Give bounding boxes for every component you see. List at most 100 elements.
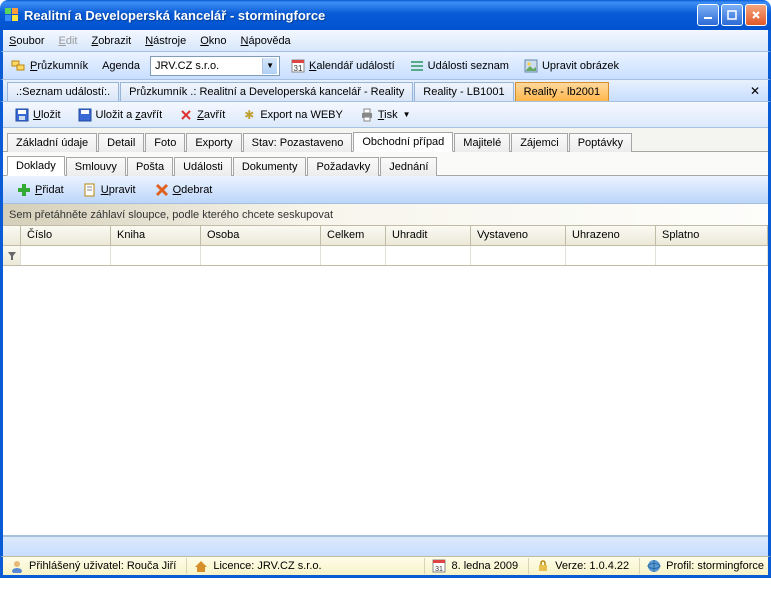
remove-button[interactable]: Odebrat	[147, 179, 220, 201]
tab-zakladni[interactable]: Základní údaje	[7, 133, 97, 152]
home-icon	[193, 558, 209, 574]
filter-uhradit[interactable]	[386, 246, 471, 265]
tab-detail[interactable]: Detail	[98, 133, 144, 152]
print-button[interactable]: Tisk ▼	[352, 104, 418, 126]
doctab-pruzkumnik[interactable]: Průzkumník .: Realitní a Developerská ka…	[120, 82, 413, 101]
filter-celkem[interactable]	[321, 246, 386, 265]
menu-bar: Soubor Edit Zobrazit Nástroje Okno Nápov…	[0, 30, 771, 52]
doctab-lb1001[interactable]: Reality - LB1001	[414, 82, 513, 101]
doctab-lb2001[interactable]: Reality - lb2001	[515, 82, 609, 101]
status-profile: Profil: stormingforce	[639, 558, 764, 574]
filter-kniha[interactable]	[111, 246, 201, 265]
agenda-label: Agenda	[98, 58, 144, 74]
printer-icon	[359, 107, 375, 123]
chevron-down-icon: ▼	[403, 110, 411, 119]
combo-value: JRV.CZ s.r.o.	[155, 60, 219, 72]
menu-edit: Edit	[58, 35, 77, 47]
tab-majitele[interactable]: Majitelé	[454, 133, 510, 152]
edit-icon	[82, 182, 98, 198]
tab-foto[interactable]: Foto	[145, 133, 185, 152]
grid-body[interactable]	[3, 266, 768, 536]
grid-header: Číslo Kniha Osoba Celkem Uhradit Vystave…	[3, 226, 768, 246]
record-toolbar: Uložit Uložit a zavřít Zavřít ✱ Export n…	[3, 102, 768, 128]
tab-close-icon[interactable]: ✕	[750, 84, 760, 98]
menu-soubor[interactable]: Soubor	[9, 35, 44, 47]
grid-toolbar: Přidat Upravit Odebrat	[3, 176, 768, 204]
menu-okno[interactable]: Okno	[200, 35, 226, 47]
filter-osoba[interactable]	[201, 246, 321, 265]
tab-poptavky[interactable]: Poptávky	[569, 133, 632, 152]
save-icon	[14, 107, 30, 123]
save-close-button[interactable]: Uložit a zavřít	[70, 104, 170, 126]
tab-pozadavky[interactable]: Požadavky	[307, 157, 379, 176]
window-title: Realitní a Developerská kancelář - storm…	[24, 8, 325, 23]
star-icon: ✱	[241, 107, 257, 123]
status-bar: Přihlášený uživatel: Rouča Jiří Licence:…	[0, 556, 771, 578]
filter-splatno[interactable]	[656, 246, 768, 265]
list-icon	[409, 58, 425, 74]
menu-napoveda[interactable]: Nápověda	[241, 35, 291, 47]
minimize-button[interactable]	[697, 4, 719, 26]
edit-button[interactable]: Upravit	[75, 179, 143, 201]
save-close-icon	[77, 107, 93, 123]
explorer-icon	[11, 58, 27, 74]
menu-nastroje[interactable]: Nástroje	[145, 35, 186, 47]
image-icon	[523, 58, 539, 74]
lock-icon	[535, 558, 551, 574]
filter-icon[interactable]	[3, 246, 21, 265]
calendar-icon: 31	[431, 558, 447, 574]
kalendar-button[interactable]: 31 Kalendář událostí	[286, 56, 399, 76]
tab-zajemci[interactable]: Zájemci	[511, 133, 568, 152]
export-weby-button[interactable]: ✱ Export na WEBY	[234, 104, 350, 126]
lower-tabs: Doklady Smlouvy Pošta Události Dokumenty…	[3, 152, 768, 176]
calendar-icon: 31	[290, 58, 306, 74]
close-button[interactable]	[745, 4, 767, 26]
status-version: Verze: 1.0.4.22	[528, 558, 629, 574]
svg-text:31: 31	[436, 566, 444, 573]
tab-udalosti[interactable]: Události	[174, 157, 232, 176]
close-record-button[interactable]: Zavřít	[171, 104, 232, 126]
pruzkumnik-button[interactable]: Průzkumník	[7, 56, 92, 76]
col-celkem[interactable]: Celkem	[321, 226, 386, 245]
tab-dokumenty[interactable]: Dokumenty	[233, 157, 307, 176]
col-osoba[interactable]: Osoba	[201, 226, 321, 245]
tab-exporty[interactable]: Exporty	[186, 133, 241, 152]
col-uhrazeno[interactable]: Uhrazeno	[566, 226, 656, 245]
app-icon	[4, 7, 20, 23]
user-icon	[9, 558, 25, 574]
tab-stav[interactable]: Stav: Pozastaveno	[243, 133, 353, 152]
col-vystaveno[interactable]: Vystaveno	[471, 226, 566, 245]
maximize-button[interactable]	[721, 4, 743, 26]
tab-posta[interactable]: Pošta	[127, 157, 173, 176]
col-splatno[interactable]: Splatno	[656, 226, 768, 245]
group-panel[interactable]: Sem přetáhněte záhlaví sloupce, podle kt…	[3, 204, 768, 226]
status-licence: Licence: JRV.CZ s.r.o.	[186, 558, 321, 574]
tab-smlouvy[interactable]: Smlouvy	[66, 157, 126, 176]
filter-vystaveno[interactable]	[471, 246, 566, 265]
doctab-seznam[interactable]: .:Seznam událostí:.	[7, 82, 119, 101]
row-indicator-header	[3, 226, 21, 245]
delete-icon	[154, 182, 170, 198]
add-button[interactable]: Přidat	[9, 179, 71, 201]
svg-text:31: 31	[294, 64, 303, 73]
tab-doklady[interactable]: Doklady	[7, 156, 65, 176]
chevron-down-icon[interactable]: ▼	[262, 58, 277, 74]
col-kniha[interactable]: Kniha	[111, 226, 201, 245]
tab-obchodni[interactable]: Obchodní případ	[353, 132, 453, 152]
col-uhradit[interactable]: Uhradit	[386, 226, 471, 245]
status-user: Přihlášený uživatel: Rouča Jiří	[7, 558, 176, 574]
filter-row	[3, 246, 768, 266]
col-cislo[interactable]: Číslo	[21, 226, 111, 245]
main-toolbar: Průzkumník Agenda JRV.CZ s.r.o. ▼ 31 Kal…	[0, 52, 771, 80]
filter-cislo[interactable]	[21, 246, 111, 265]
seznam-button[interactable]: Události seznam	[405, 56, 513, 76]
content-footer	[3, 536, 768, 556]
agenda-combo[interactable]: JRV.CZ s.r.o. ▼	[150, 56, 280, 76]
filter-uhrazeno[interactable]	[566, 246, 656, 265]
menu-zobrazit[interactable]: Zobrazit	[91, 35, 131, 47]
save-button[interactable]: Uložit	[7, 104, 68, 126]
obrazek-button[interactable]: Upravit obrázek	[519, 56, 623, 76]
close-icon	[178, 107, 194, 123]
tab-jednani[interactable]: Jednání	[380, 157, 437, 176]
globe-icon	[646, 558, 662, 574]
